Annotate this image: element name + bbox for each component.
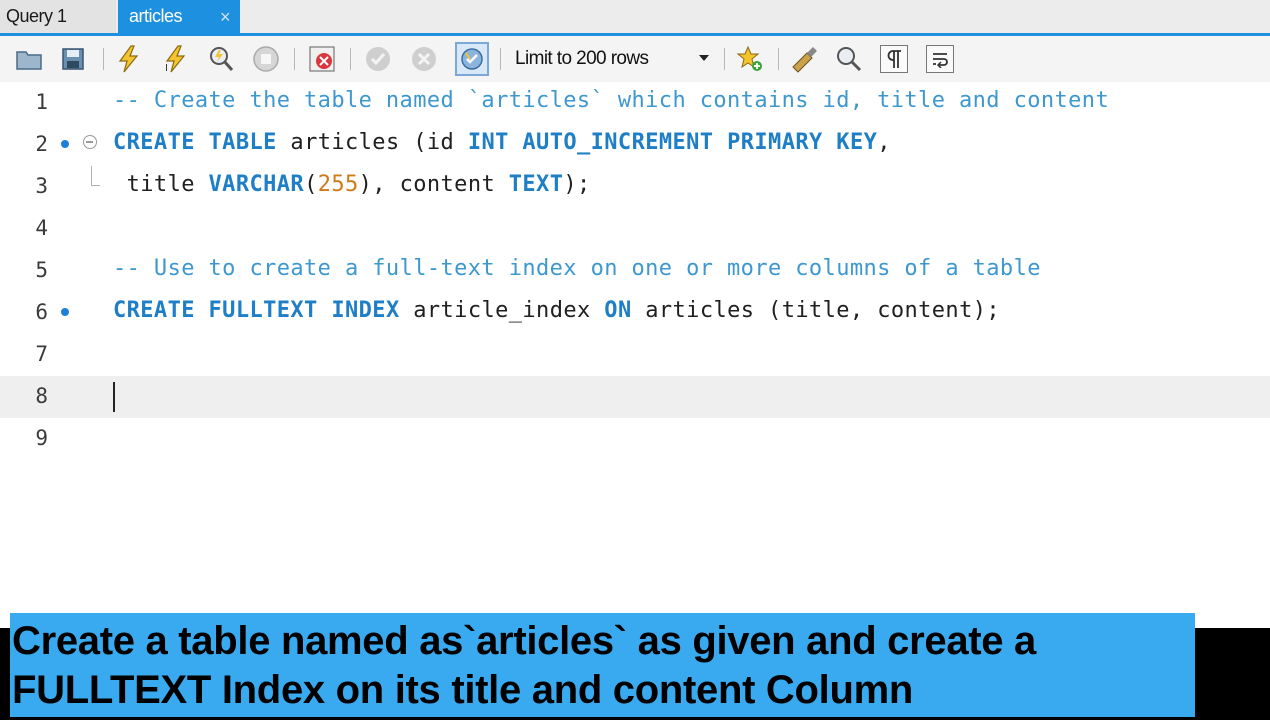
sql-text: ), content xyxy=(358,172,509,197)
line-number: 7 xyxy=(35,342,48,366)
tab-bar: Query 1 articles × xyxy=(0,0,1270,33)
sql-number: 255 xyxy=(317,172,359,197)
statement-marker-icon xyxy=(61,308,69,316)
execute-current-icon[interactable]: I xyxy=(161,44,191,74)
open-folder-icon[interactable] xyxy=(14,44,44,74)
statement-marker-icon xyxy=(61,140,69,148)
fold-collapse-icon[interactable] xyxy=(83,135,97,149)
bookmark-add-icon[interactable] xyxy=(735,44,765,74)
sql-text: ); xyxy=(563,172,591,197)
toolbar-separator xyxy=(103,48,104,70)
sql-keyword: KEY xyxy=(836,130,878,155)
sql-keyword: TEXT xyxy=(508,172,564,197)
sql-editor-toolbar: I Limit to 200 rows xyxy=(0,36,1270,82)
sql-keyword: INT xyxy=(467,130,509,155)
sql-keyword: INDEX xyxy=(331,298,400,323)
limit-rows-value: Limit to 200 rows xyxy=(515,48,649,69)
sql-text: articles (title, content); xyxy=(631,298,1001,323)
word-wrap-icon[interactable] xyxy=(926,45,954,73)
sql-statement: CREATE FULLTEXT INDEX article_index ON a… xyxy=(113,298,1000,323)
sql-keyword: TABLE xyxy=(208,130,277,155)
toolbar-separator xyxy=(500,48,501,70)
line-number: 6 xyxy=(35,300,48,324)
caption-banner: Create a table named as`articles` as giv… xyxy=(10,613,1195,717)
sql-keyword: PRIMARY xyxy=(727,130,823,155)
line-number: 8 xyxy=(35,384,48,408)
commit-icon[interactable] xyxy=(363,44,393,74)
sql-text: title xyxy=(113,172,209,197)
code-line: 7 xyxy=(0,334,1270,376)
code-line: 4 xyxy=(0,208,1270,250)
fold-end-marker xyxy=(91,166,100,186)
toolbar-separator xyxy=(294,48,295,70)
execute-icon[interactable] xyxy=(114,44,144,74)
line-number: 3 xyxy=(35,174,48,198)
toolbar-separator xyxy=(350,48,351,70)
sql-comment: -- Create the table named `articles` whi… xyxy=(113,88,1110,113)
autocommit-icon[interactable] xyxy=(455,42,489,76)
sql-text: article_index xyxy=(413,298,605,323)
sql-statement: CREATE TABLE articles (id INT AUTO_INCRE… xyxy=(113,130,891,155)
toggle-error-icon[interactable] xyxy=(307,44,337,74)
sql-statement: title VARCHAR(255), content TEXT); xyxy=(113,172,591,197)
sql-keyword: CREATE xyxy=(113,298,195,323)
text-cursor xyxy=(113,382,115,412)
code-line: 2 CREATE TABLE articles (id INT AUTO_INC… xyxy=(0,124,1270,166)
code-line: 6 CREATE FULLTEXT INDEX article_index ON… xyxy=(0,292,1270,334)
toolbar-separator xyxy=(724,48,725,70)
code-line-current: 8 xyxy=(0,376,1270,418)
toolbar-separator xyxy=(778,48,779,70)
line-number: 1 xyxy=(35,90,48,114)
explain-icon[interactable] xyxy=(206,44,236,74)
sql-keyword: CREATE xyxy=(113,130,195,155)
caption-line-1: Create a table named as`articles` as giv… xyxy=(12,619,1036,663)
invisible-chars-icon[interactable] xyxy=(880,45,908,73)
code-line: 1 -- Create the table named `articles` w… xyxy=(0,82,1270,124)
limit-rows-select[interactable]: Limit to 200 rows xyxy=(507,44,715,74)
line-number: 5 xyxy=(35,258,48,282)
stop-icon[interactable] xyxy=(251,44,281,74)
sql-comment: -- Use to create a full-text index on on… xyxy=(113,256,1041,281)
caption-line-2: FULLTEXT Index on its title and content … xyxy=(12,668,913,712)
line-number: 4 xyxy=(35,216,48,240)
tab-label: articles xyxy=(129,6,183,26)
line-number: 9 xyxy=(35,426,48,450)
sql-keyword: AUTO_INCREMENT xyxy=(522,130,714,155)
sql-editor[interactable]: 1 -- Create the table named `articles` w… xyxy=(0,82,1270,612)
tab-label: Query 1 xyxy=(6,6,67,26)
save-icon[interactable] xyxy=(58,44,88,74)
svg-text:I: I xyxy=(165,63,168,73)
code-line: 5 -- Use to create a full-text index on … xyxy=(0,250,1270,292)
code-line: 9 xyxy=(0,418,1270,460)
line-number: 2 xyxy=(35,132,48,156)
sql-keyword: VARCHAR xyxy=(208,172,305,197)
close-icon[interactable]: × xyxy=(220,7,231,28)
rollback-icon[interactable] xyxy=(409,44,439,74)
find-icon[interactable] xyxy=(834,44,864,74)
tab-articles[interactable]: articles × xyxy=(118,0,240,33)
beautify-icon[interactable] xyxy=(789,44,819,74)
sql-text: ( xyxy=(304,172,318,197)
code-line: 3 title VARCHAR(255), content TEXT); xyxy=(0,166,1270,208)
sql-keyword: ON xyxy=(604,298,632,323)
sql-text: articles (id xyxy=(290,130,468,155)
sql-keyword: FULLTEXT xyxy=(208,298,318,323)
sql-text: , xyxy=(877,130,891,155)
chevron-down-icon xyxy=(699,55,709,61)
tab-query-1[interactable]: Query 1 xyxy=(0,0,116,33)
